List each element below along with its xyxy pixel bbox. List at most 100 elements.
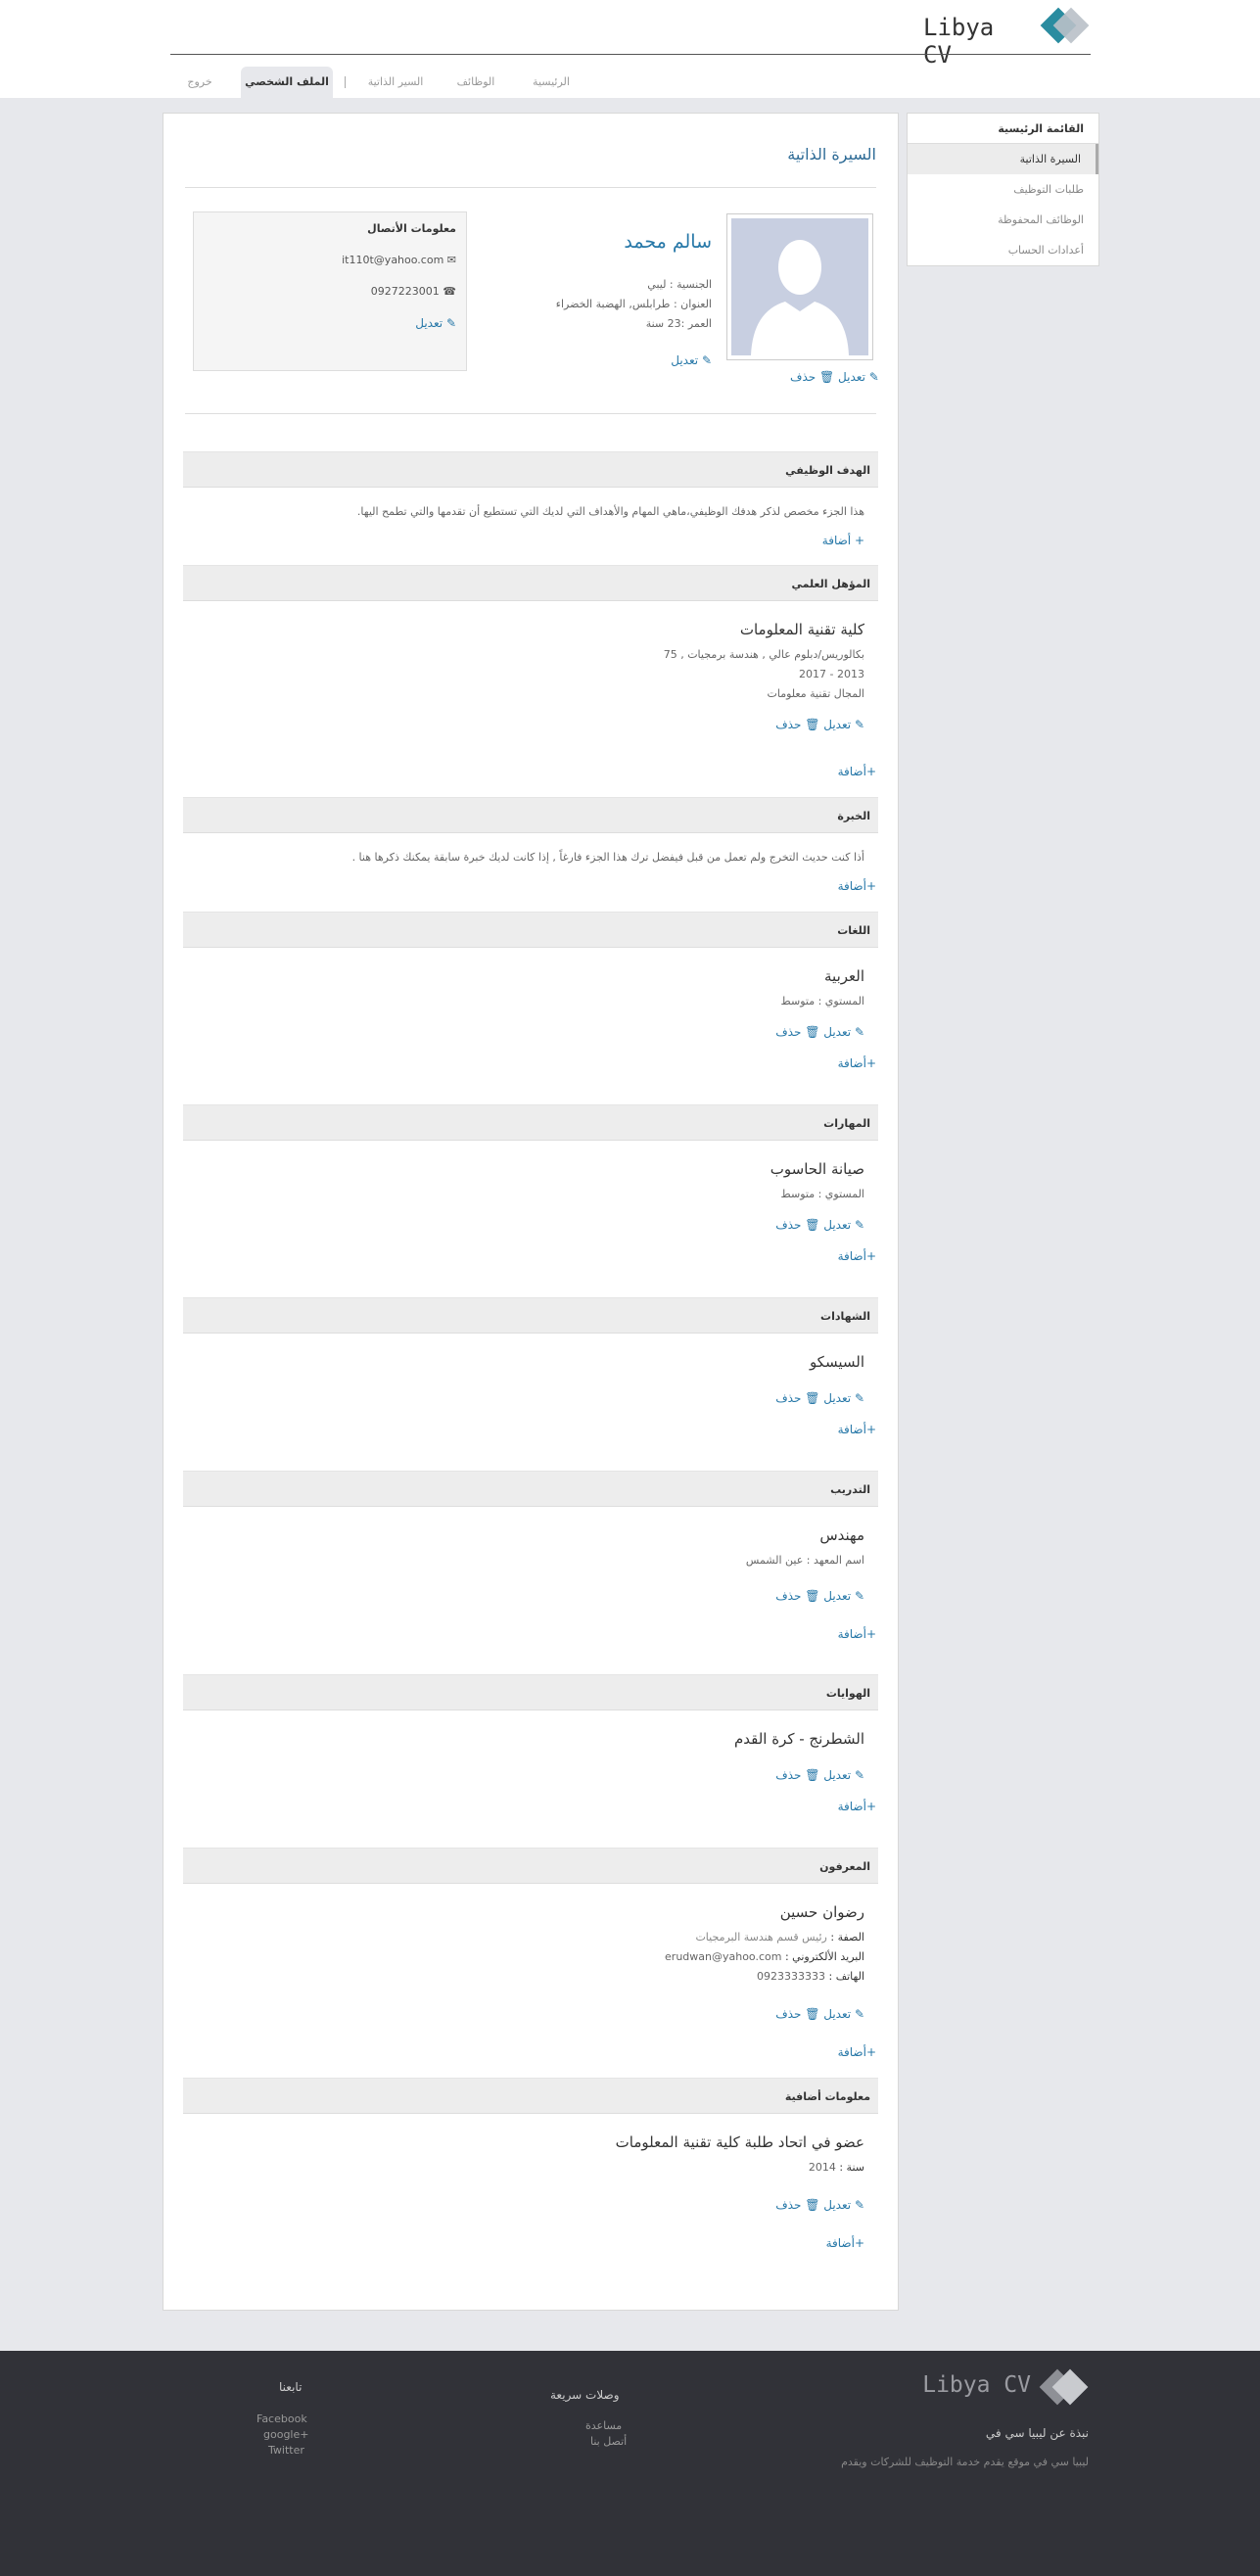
skills-add-link[interactable]: +أضافة	[838, 1249, 876, 1263]
reference-email-line: البريد الألكتروني : erudwan@yahoo.com	[665, 1950, 864, 1963]
edit-link[interactable]: ✎ تعديل	[823, 1025, 864, 1039]
education-actions: ✎ تعديل 🗑 حذف	[775, 718, 864, 731]
contact-edit-label: تعديل	[415, 316, 443, 330]
additional-add-link[interactable]: +أضافة	[826, 2236, 864, 2250]
pencil-icon: ✎	[854, 1391, 864, 1405]
footer-link-help[interactable]: مساعدة	[585, 2419, 622, 2432]
delete-link[interactable]: 🗑 حذف	[775, 1768, 819, 1782]
delete-link[interactable]: 🗑 حذف	[775, 1589, 819, 1603]
delete-link[interactable]: 🗑 حذف	[775, 2198, 819, 2212]
section-experience-title: الخبرة	[837, 810, 870, 822]
reference-email-label: البريد الألكتروني :	[784, 1950, 864, 1963]
footer-link-facebook[interactable]: Facebook	[257, 2412, 307, 2425]
edit-link[interactable]: ✎ تعديل	[823, 2007, 864, 2021]
training-institute-label: اسم المعهد :	[806, 1554, 864, 1567]
contact-phone: 0927223001	[370, 285, 440, 298]
references-add-link[interactable]: +أضافة	[838, 2045, 876, 2059]
nav-logout[interactable]: خروج	[170, 67, 229, 98]
reference-phone-label: الهاتف :	[828, 1970, 864, 1983]
section-skills-title: المهارات	[823, 1117, 870, 1130]
section-objective-title: الهدف الوظيفي	[785, 464, 870, 477]
nav-jobs[interactable]: الوظائف	[446, 67, 505, 98]
additional-actions: ✎ تعديل 🗑 حذف	[775, 2198, 864, 2212]
footer-link-twitter[interactable]: Twitter	[268, 2444, 304, 2457]
hobbies-actions: ✎ تعديل 🗑 حذف	[775, 1768, 864, 1782]
footer-link-google[interactable]: google+	[263, 2428, 308, 2441]
contact-phone-line: ☎ 0927223001	[371, 285, 456, 298]
delete-link[interactable]: 🗑 حذف	[775, 1391, 819, 1405]
education-add-link[interactable]: +أضافة	[838, 765, 876, 778]
certificate-actions: ✎ تعديل 🗑 حذف	[775, 1391, 864, 1405]
delete-link[interactable]: 🗑 حذف	[775, 1025, 819, 1039]
pencil-icon: ✎	[868, 370, 879, 384]
edit-label: تعديل	[823, 1768, 852, 1782]
edit-link[interactable]: ✎ تعديل	[823, 1218, 864, 1232]
site-logo[interactable]: Libya CV	[923, 6, 1090, 69]
skill-actions: ✎ تعديل 🗑 حذف	[775, 1218, 864, 1232]
skill-name: صيانة الحاسوب	[770, 1160, 864, 1178]
training-add-link[interactable]: +أضافة	[838, 1627, 876, 1641]
skill-level-line: المستوي : متوسط	[781, 1188, 864, 1200]
edit-link[interactable]: ✎ تعديل	[823, 1768, 864, 1782]
pencil-icon: ✎	[854, 1768, 864, 1782]
objective-text: هذا الجزء مخصص لذكر هدفك الوظيفي،ماهي ال…	[356, 505, 864, 518]
nav-profile[interactable]: الملف الشخصي	[241, 67, 333, 98]
profile-photo	[726, 213, 873, 360]
sidebar-item-account-settings[interactable]: أعدادات الحساب	[908, 235, 1098, 265]
education-name: كلية تقنية المعلومات	[739, 621, 864, 638]
objective-add-link[interactable]: + أضافة	[822, 534, 864, 547]
footer-links-title: وصلات سريعة	[550, 2388, 620, 2402]
section-hobbies: الهوايات	[183, 1674, 878, 1710]
language-name: العربية	[824, 967, 864, 985]
contact-edit-link[interactable]: ✎ تعديل	[415, 316, 456, 330]
profile-edit-label: تعديل	[671, 353, 699, 367]
photo-edit-link[interactable]: ✎ تعديل	[838, 370, 879, 384]
section-education-title: المؤهل العلمي	[791, 578, 870, 590]
section-languages-title: اللغات	[837, 924, 870, 937]
nav-home[interactable]: الرئيسية	[517, 67, 585, 98]
section-additional-title: معلومات أضافية	[784, 2090, 870, 2103]
footer-link-contact[interactable]: أتصل بنا	[590, 2435, 627, 2448]
reference-role-label: الصفة :	[830, 1931, 864, 1944]
delete-label: حذف	[775, 1589, 802, 1603]
footer-about-title: نبذة عن ليبيا سي في	[985, 2426, 1089, 2440]
footer-follow-title: تابعنا	[279, 2380, 303, 2394]
hobbies-add-link[interactable]: +أضافة	[838, 1800, 876, 1813]
certificate-name: السيسكو	[809, 1353, 864, 1371]
delete-link[interactable]: 🗑 حذف	[775, 718, 819, 731]
delete-link[interactable]: 🗑 حذف	[775, 1218, 819, 1232]
footer-logo[interactable]: Libya CV	[920, 2368, 1092, 2408]
edit-label: تعديل	[823, 1589, 852, 1603]
section-hobbies-title: الهوايات	[825, 1687, 870, 1700]
edit-label: تعديل	[823, 2198, 852, 2212]
skill-level-label: المستوي :	[817, 1188, 864, 1200]
contact-email: it110t@yahoo.com	[342, 254, 444, 266]
trash-icon: 🗑	[805, 718, 820, 731]
pencil-icon: ✎	[854, 2007, 864, 2021]
reference-role-line: الصفة : رئيس قسم هندسة البرمجيات	[695, 1931, 864, 1944]
edit-link[interactable]: ✎ تعديل	[823, 2198, 864, 2212]
nav-separator	[345, 76, 346, 88]
edit-link[interactable]: ✎ تعديل	[823, 718, 864, 731]
education-degree: بكالوريس/دبلوم عالي , هندسة برمجيات , 75	[663, 648, 864, 661]
photo-delete-link[interactable]: 🗑 حذف	[790, 370, 834, 384]
section-training-title: التدريب	[830, 1483, 870, 1496]
sidebar-item-cv[interactable]: السيرة الذاتية	[908, 144, 1098, 174]
reference-phone-line: الهاتف : 0923333333	[757, 1970, 864, 1983]
sidebar-menu: القائمة الرئيسية السيرة الذاتية طلبات ال…	[907, 113, 1099, 266]
profile-edit-link[interactable]: ✎ تعديل	[671, 353, 712, 367]
pencil-icon: ✎	[854, 1589, 864, 1603]
nav-cvs[interactable]: السير الذاتية	[356, 67, 435, 98]
sidebar-item-applications[interactable]: طلبات التوظيف	[908, 174, 1098, 205]
edit-link[interactable]: ✎ تعديل	[823, 1391, 864, 1405]
edit-link[interactable]: ✎ تعديل	[823, 1589, 864, 1603]
sidebar-item-saved-jobs[interactable]: الوظائف المحفوظة	[908, 205, 1098, 235]
experience-add-link[interactable]: +أضافة	[838, 879, 876, 893]
section-education: المؤهل العلمي	[183, 565, 878, 601]
languages-add-link[interactable]: +أضافة	[838, 1056, 876, 1070]
certificates-add-link[interactable]: +أضافة	[838, 1423, 876, 1436]
delete-link[interactable]: 🗑 حذف	[775, 2007, 819, 2021]
language-actions: ✎ تعديل 🗑 حذف	[775, 1025, 864, 1039]
delete-label: حذف	[775, 1025, 802, 1039]
section-objective: الهدف الوظيفي	[183, 451, 878, 488]
